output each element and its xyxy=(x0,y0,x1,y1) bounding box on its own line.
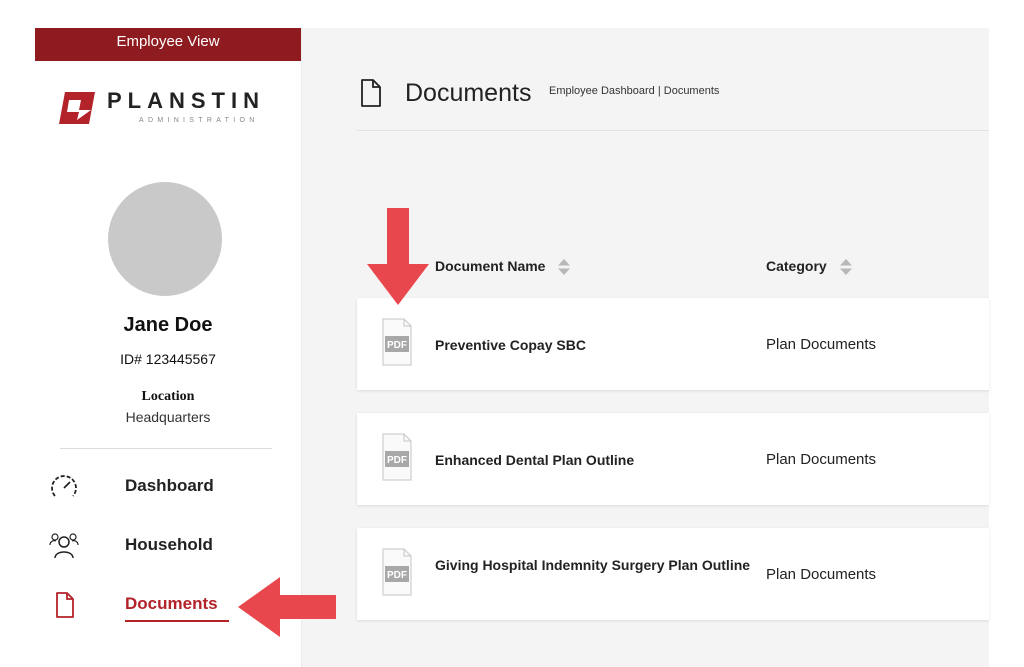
sidebar-item-household[interactable]: Household xyxy=(35,525,301,569)
document-category: Plan Documents xyxy=(766,336,877,353)
sidebar-item-dashboard[interactable]: Dashboard xyxy=(35,466,301,510)
table-row[interactable]: PDF Preventive Copay SBC Plan Documents xyxy=(357,298,989,390)
avatar xyxy=(108,182,222,296)
page-title: Documents xyxy=(405,79,532,107)
svg-text:PDF: PDF xyxy=(387,340,407,351)
document-category: Plan Documents xyxy=(766,566,877,583)
sort-icon xyxy=(839,259,852,276)
column-header-category[interactable]: Category xyxy=(766,258,853,276)
svg-text:PDF: PDF xyxy=(387,455,407,466)
document-name-link[interactable]: Enhanced Dental Plan Outline xyxy=(435,451,765,470)
sort-icon xyxy=(558,259,571,276)
document-category: Plan Documents xyxy=(766,451,877,468)
sidebar-item-label: Documents xyxy=(125,594,218,613)
pdf-file-icon[interactable]: PDF xyxy=(382,433,412,481)
location-value: Headquarters xyxy=(125,409,211,425)
svg-text:PDF: PDF xyxy=(387,570,407,581)
document-name-link[interactable]: Giving Hospital Indemnity Surgery Plan O… xyxy=(435,556,765,575)
document-icon xyxy=(56,592,74,618)
table-row[interactable]: PDF Giving Hospital Indemnity Surgery Pl… xyxy=(357,528,989,620)
user-id: ID# 123445567 xyxy=(120,351,216,367)
people-icon xyxy=(49,533,79,559)
sidebar: Employee View PLANSTIN ADMINISTRATION Ja… xyxy=(35,28,302,667)
column-header-label: Document Name xyxy=(435,258,546,274)
sidebar-item-label: Dashboard xyxy=(125,476,214,495)
table-row[interactable]: PDF Enhanced Dental Plan Outline Plan Do… xyxy=(357,413,989,505)
app-window: Employee View PLANSTIN ADMINISTRATION Ja… xyxy=(35,28,989,667)
pdf-file-icon[interactable]: PDF xyxy=(382,548,412,596)
document-icon xyxy=(361,79,381,107)
company-logo[interactable]: PLANSTIN ADMINISTRATION xyxy=(55,86,285,136)
annotation-arrow-left-icon xyxy=(238,577,336,637)
logo-subtitle: ADMINISTRATION xyxy=(139,117,259,124)
active-nav-underline xyxy=(125,620,229,622)
header-divider xyxy=(357,130,989,131)
main-content: Documents Employee Dashboard | Documents… xyxy=(302,28,989,667)
employee-view-banner: Employee View xyxy=(35,28,301,61)
speedometer-icon xyxy=(51,475,77,497)
sidebar-item-label: Household xyxy=(125,535,213,554)
location-label: Location xyxy=(141,389,195,404)
column-header-document-name[interactable]: Document Name xyxy=(435,258,571,276)
sidebar-divider xyxy=(60,448,272,449)
breadcrumb: Employee Dashboard | Documents xyxy=(549,85,720,97)
annotation-arrow-down-icon xyxy=(367,208,429,305)
logo-name: PLANSTIN xyxy=(107,88,265,113)
user-name: Jane Doe xyxy=(123,314,213,336)
logo-mark-icon xyxy=(59,92,95,124)
pdf-file-icon[interactable]: PDF xyxy=(382,318,412,366)
column-header-label: Category xyxy=(766,258,827,274)
document-name-link[interactable]: Preventive Copay SBC xyxy=(435,336,765,355)
